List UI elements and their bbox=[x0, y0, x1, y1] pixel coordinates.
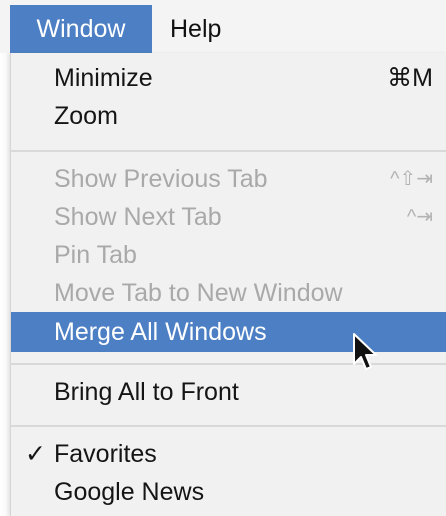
menu-item-label: Show Previous Tab bbox=[54, 165, 268, 193]
menu-item-show-next-tab: Show Next Tab ^⇥ bbox=[11, 198, 446, 236]
menubar-window[interactable]: Window bbox=[10, 5, 152, 53]
menu-item-minimize[interactable]: Minimize ⌘M bbox=[11, 59, 446, 97]
menu-separator bbox=[11, 150, 446, 152]
menu-item-pin-tab: Pin Tab bbox=[11, 236, 446, 274]
desktop-edge bbox=[0, 53, 10, 516]
checkmark-icon: ✓ bbox=[25, 440, 46, 468]
menu-item-show-previous-tab: Show Previous Tab ^⇧⇥ bbox=[11, 160, 446, 198]
menu-item-bring-all-to-front[interactable]: Bring All to Front bbox=[11, 373, 446, 411]
menu-item-label: Show Next Tab bbox=[54, 203, 222, 231]
menu-item-google-news[interactable]: Google News bbox=[11, 473, 446, 511]
arrow-pointer-icon bbox=[353, 333, 377, 370]
menu-item-label: Merge All Windows bbox=[54, 318, 267, 346]
menubar-help[interactable]: Help bbox=[170, 5, 221, 53]
menu-separator bbox=[11, 425, 446, 427]
menu-item-label: Move Tab to New Window bbox=[54, 279, 343, 307]
menu-item-label: Favorites bbox=[54, 440, 157, 468]
menu-item-label: Zoom bbox=[54, 102, 118, 130]
menu-item-label: Pin Tab bbox=[54, 241, 137, 269]
menu-item-move-tab-to-new-window: Move Tab to New Window bbox=[11, 274, 446, 312]
menu-item-merge-all-windows[interactable]: Merge All Windows bbox=[11, 312, 446, 352]
shortcut-label: ^⇥ bbox=[406, 206, 433, 228]
menu-item-label: Minimize bbox=[54, 64, 153, 92]
menu-item-label: Google News bbox=[54, 478, 205, 506]
menu-item-favorites[interactable]: ✓ Favorites bbox=[11, 435, 446, 473]
menu-item-label: Bring All to Front bbox=[54, 378, 239, 406]
shortcut-label: ^⇧⇥ bbox=[390, 168, 433, 190]
menu-separator bbox=[11, 363, 446, 365]
menu-item-zoom[interactable]: Zoom bbox=[11, 97, 446, 135]
shortcut-label: ⌘M bbox=[387, 64, 433, 92]
window-menu-dropdown: Minimize ⌘M Zoom Show Previous Tab ^⇧⇥ S… bbox=[10, 53, 446, 516]
menu-bar: Window Help bbox=[0, 0, 446, 54]
